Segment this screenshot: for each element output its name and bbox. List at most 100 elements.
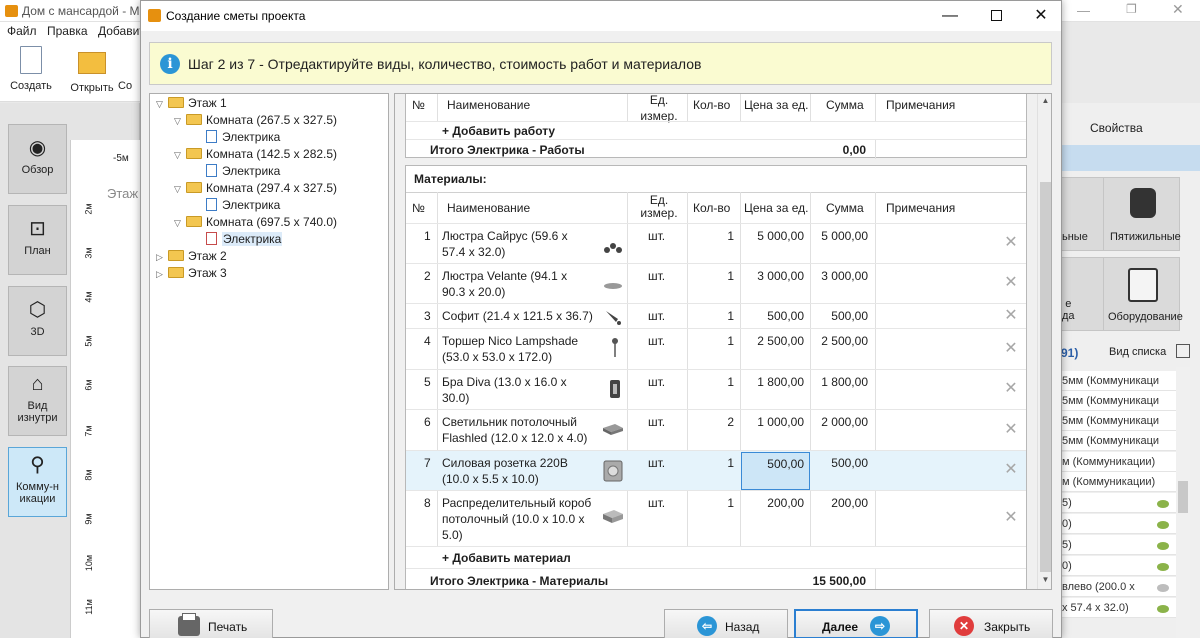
delete-row-icon[interactable]: ✕ bbox=[1004, 422, 1018, 438]
price-edit-field[interactable]: 500,00 bbox=[741, 452, 810, 490]
list-item[interactable]: м (Коммуникации) bbox=[1062, 452, 1176, 472]
table-row[interactable]: 8 Распределительный короб потолочный (10… bbox=[406, 490, 1026, 546]
print-button[interactable]: Печать bbox=[149, 609, 273, 638]
scrollbar-thumb[interactable] bbox=[1040, 182, 1051, 572]
list-item[interactable]: 5мм (Коммуникаци bbox=[1062, 391, 1176, 411]
cell-qty[interactable]: 1 bbox=[690, 228, 734, 244]
cell-qty[interactable]: 2 bbox=[690, 414, 734, 430]
save-button[interactable]: Со bbox=[118, 46, 140, 92]
delete-row-icon[interactable]: ✕ bbox=[1004, 510, 1018, 526]
ruler-left-7: 7м bbox=[83, 425, 94, 437]
cell-qty[interactable]: 1 bbox=[690, 374, 734, 390]
table-row-selected[interactable]: 7 Силовая розетка 220В (10.0 x 5.5 x 10.… bbox=[406, 450, 1026, 490]
delete-row-icon[interactable]: ✕ bbox=[1004, 341, 1018, 357]
cell-price[interactable]: 2 500,00 bbox=[742, 333, 804, 349]
nav-overview[interactable]: ◉ Обзор bbox=[8, 124, 67, 194]
list-item[interactable]: 5мм (Коммуникаци bbox=[1062, 411, 1176, 431]
cell-price[interactable]: 3 000,00 bbox=[742, 268, 804, 284]
expand-arrow-icon[interactable]: ▽ bbox=[174, 147, 186, 164]
cell-price[interactable]: 5 000,00 bbox=[742, 228, 804, 244]
visibility-eye-icon[interactable] bbox=[1157, 500, 1169, 508]
minimize-button[interactable]: — bbox=[927, 1, 973, 31]
nav-plan[interactable]: ⊡ План bbox=[8, 205, 67, 275]
close-window-button[interactable]: ✕ bbox=[1018, 1, 1064, 31]
properties-tab[interactable]: Свойства bbox=[1090, 121, 1143, 135]
app-minimize-icon[interactable]: — bbox=[1077, 3, 1090, 18]
create-button[interactable]: Создать bbox=[6, 46, 56, 92]
cell-price[interactable]: 500,00 bbox=[742, 456, 804, 472]
list-view-icon[interactable] bbox=[1176, 344, 1190, 358]
delete-row-icon[interactable]: ✕ bbox=[1004, 308, 1018, 324]
list-scrollbar-thumb[interactable] bbox=[1178, 481, 1188, 513]
add-material-row[interactable]: + Добавить материал bbox=[406, 546, 1026, 568]
content-scrollbar[interactable]: ▲ ▼ bbox=[1037, 94, 1051, 589]
scroll-up-icon[interactable]: ▲ bbox=[1038, 96, 1051, 110]
next-button[interactable]: Далее ⇨ bbox=[794, 609, 918, 638]
menu-edit[interactable]: Правка bbox=[47, 24, 88, 38]
tree-node-floor1[interactable]: ▽ Этаж 1 bbox=[156, 95, 227, 112]
cell-qty[interactable]: 1 bbox=[690, 333, 734, 349]
nav-3d[interactable]: ⬡ 3D bbox=[8, 286, 67, 356]
close-dialog-button[interactable]: ✕ Закрыть bbox=[929, 609, 1053, 638]
nav-communications[interactable]: ⚲ Комму-никации bbox=[8, 447, 67, 517]
cell-price[interactable]: 1 800,00 bbox=[742, 374, 804, 390]
maximize-button[interactable] bbox=[973, 1, 1019, 31]
tile-five-core[interactable]: Пятижильные bbox=[1103, 177, 1181, 251]
tree-node-electrics-selected[interactable]: Электрика bbox=[206, 231, 283, 248]
tree-node-electrics[interactable]: Электрика bbox=[206, 129, 280, 146]
collapse-arrow-icon[interactable]: ▷ bbox=[156, 266, 168, 283]
list-item[interactable]: 5мм (Коммуникаци bbox=[1062, 371, 1176, 391]
tree-node-floor3[interactable]: ▷ Этаж 3 bbox=[156, 265, 227, 282]
open-button[interactable]: Открыть bbox=[67, 46, 117, 94]
cell-price[interactable]: 500,00 bbox=[742, 308, 804, 324]
expand-arrow-icon[interactable]: ▽ bbox=[156, 96, 168, 113]
visibility-eye-icon[interactable] bbox=[1157, 542, 1169, 550]
tree-node-electrics[interactable]: Электрика bbox=[206, 197, 280, 214]
list-view-toggle[interactable]: Вид списка bbox=[1109, 346, 1166, 358]
delete-row-icon[interactable]: ✕ bbox=[1004, 462, 1018, 478]
table-row[interactable]: 6 Светильник потолочный Flashled (12.0 x… bbox=[406, 409, 1026, 450]
expand-arrow-icon[interactable]: ▽ bbox=[174, 181, 186, 198]
delete-row-icon[interactable]: ✕ bbox=[1004, 381, 1018, 397]
list-item[interactable]: м (Коммуникации) bbox=[1062, 472, 1176, 492]
expand-arrow-icon[interactable]: ▽ bbox=[174, 215, 186, 232]
tree-node-floor2[interactable]: ▷ Этаж 2 bbox=[156, 248, 227, 265]
scroll-down-icon[interactable]: ▼ bbox=[1038, 575, 1051, 589]
table-row[interactable]: 1 Люстра Сайрус (59.6 x 57.4 x 32.0) шт.… bbox=[406, 223, 1026, 263]
tree-node-electrics[interactable]: Электрика bbox=[206, 163, 280, 180]
tile-equipment[interactable]: Оборудование bbox=[1103, 257, 1183, 331]
cell-price[interactable]: 1 000,00 bbox=[742, 414, 804, 430]
expand-arrow-icon[interactable]: ▽ bbox=[174, 113, 186, 130]
project-tree[interactable]: ▽ Этаж 1 ▽ Комната (267.5 x 327.5) Электри… bbox=[149, 93, 389, 590]
tree-node-room[interactable]: ▽ Комната (697.5 x 740.0) bbox=[174, 214, 337, 231]
back-button[interactable]: ⇦ Назад bbox=[664, 609, 788, 638]
menu-file[interactable]: Файл bbox=[7, 24, 37, 38]
add-material-link[interactable]: + Добавить материал bbox=[442, 550, 571, 566]
app-restore-icon[interactable]: ❐ bbox=[1126, 2, 1137, 16]
table-row[interactable]: 5 Бра Diva (13.0 x 16.0 x 30.0) шт. 1 1 … bbox=[406, 369, 1026, 409]
delete-row-icon[interactable]: ✕ bbox=[1004, 235, 1018, 251]
menu-add[interactable]: Добавит bbox=[98, 24, 145, 38]
app-close-icon[interactable]: ✕ bbox=[1172, 1, 1184, 18]
visibility-eye-icon[interactable] bbox=[1157, 521, 1169, 529]
tree-node-room[interactable]: ▽ Комната (142.5 x 282.5) bbox=[174, 146, 337, 163]
list-item[interactable]: 5мм (Коммуникаци bbox=[1062, 431, 1176, 451]
tree-node-room[interactable]: ▽ Комната (267.5 x 327.5) bbox=[174, 112, 337, 129]
table-row[interactable]: 2 Люстра Velante (94.1 x 90.3 x 20.0) шт… bbox=[406, 263, 1026, 303]
table-row[interactable]: 4 Торшер Nico Lampshade (53.0 x 53.0 x 1… bbox=[406, 328, 1026, 369]
nav-interior[interactable]: ⌂ Вид изнутри bbox=[8, 366, 67, 436]
add-work-link[interactable]: + Добавить работу bbox=[442, 123, 555, 139]
cell-qty[interactable]: 1 bbox=[690, 455, 734, 471]
tree-node-room[interactable]: ▽ Комната (297.4 x 327.5) bbox=[174, 180, 337, 197]
cell-price[interactable]: 200,00 bbox=[742, 495, 804, 511]
cell-qty[interactable]: 1 bbox=[690, 268, 734, 284]
table-row[interactable]: 3 Софит (21.4 x 121.5 x 36.7) шт. 1 500,… bbox=[406, 303, 1026, 328]
visibility-eye-icon[interactable] bbox=[1157, 605, 1169, 613]
cell-qty[interactable]: 1 bbox=[690, 308, 734, 324]
delete-row-icon[interactable]: ✕ bbox=[1004, 275, 1018, 291]
collapse-arrow-icon[interactable]: ▷ bbox=[156, 249, 168, 266]
visibility-eye-icon[interactable] bbox=[1157, 563, 1169, 571]
cell-qty[interactable]: 1 bbox=[690, 495, 734, 511]
add-work-row[interactable]: + Добавить работу bbox=[406, 121, 1026, 139]
visibility-eye-icon[interactable] bbox=[1157, 584, 1169, 592]
